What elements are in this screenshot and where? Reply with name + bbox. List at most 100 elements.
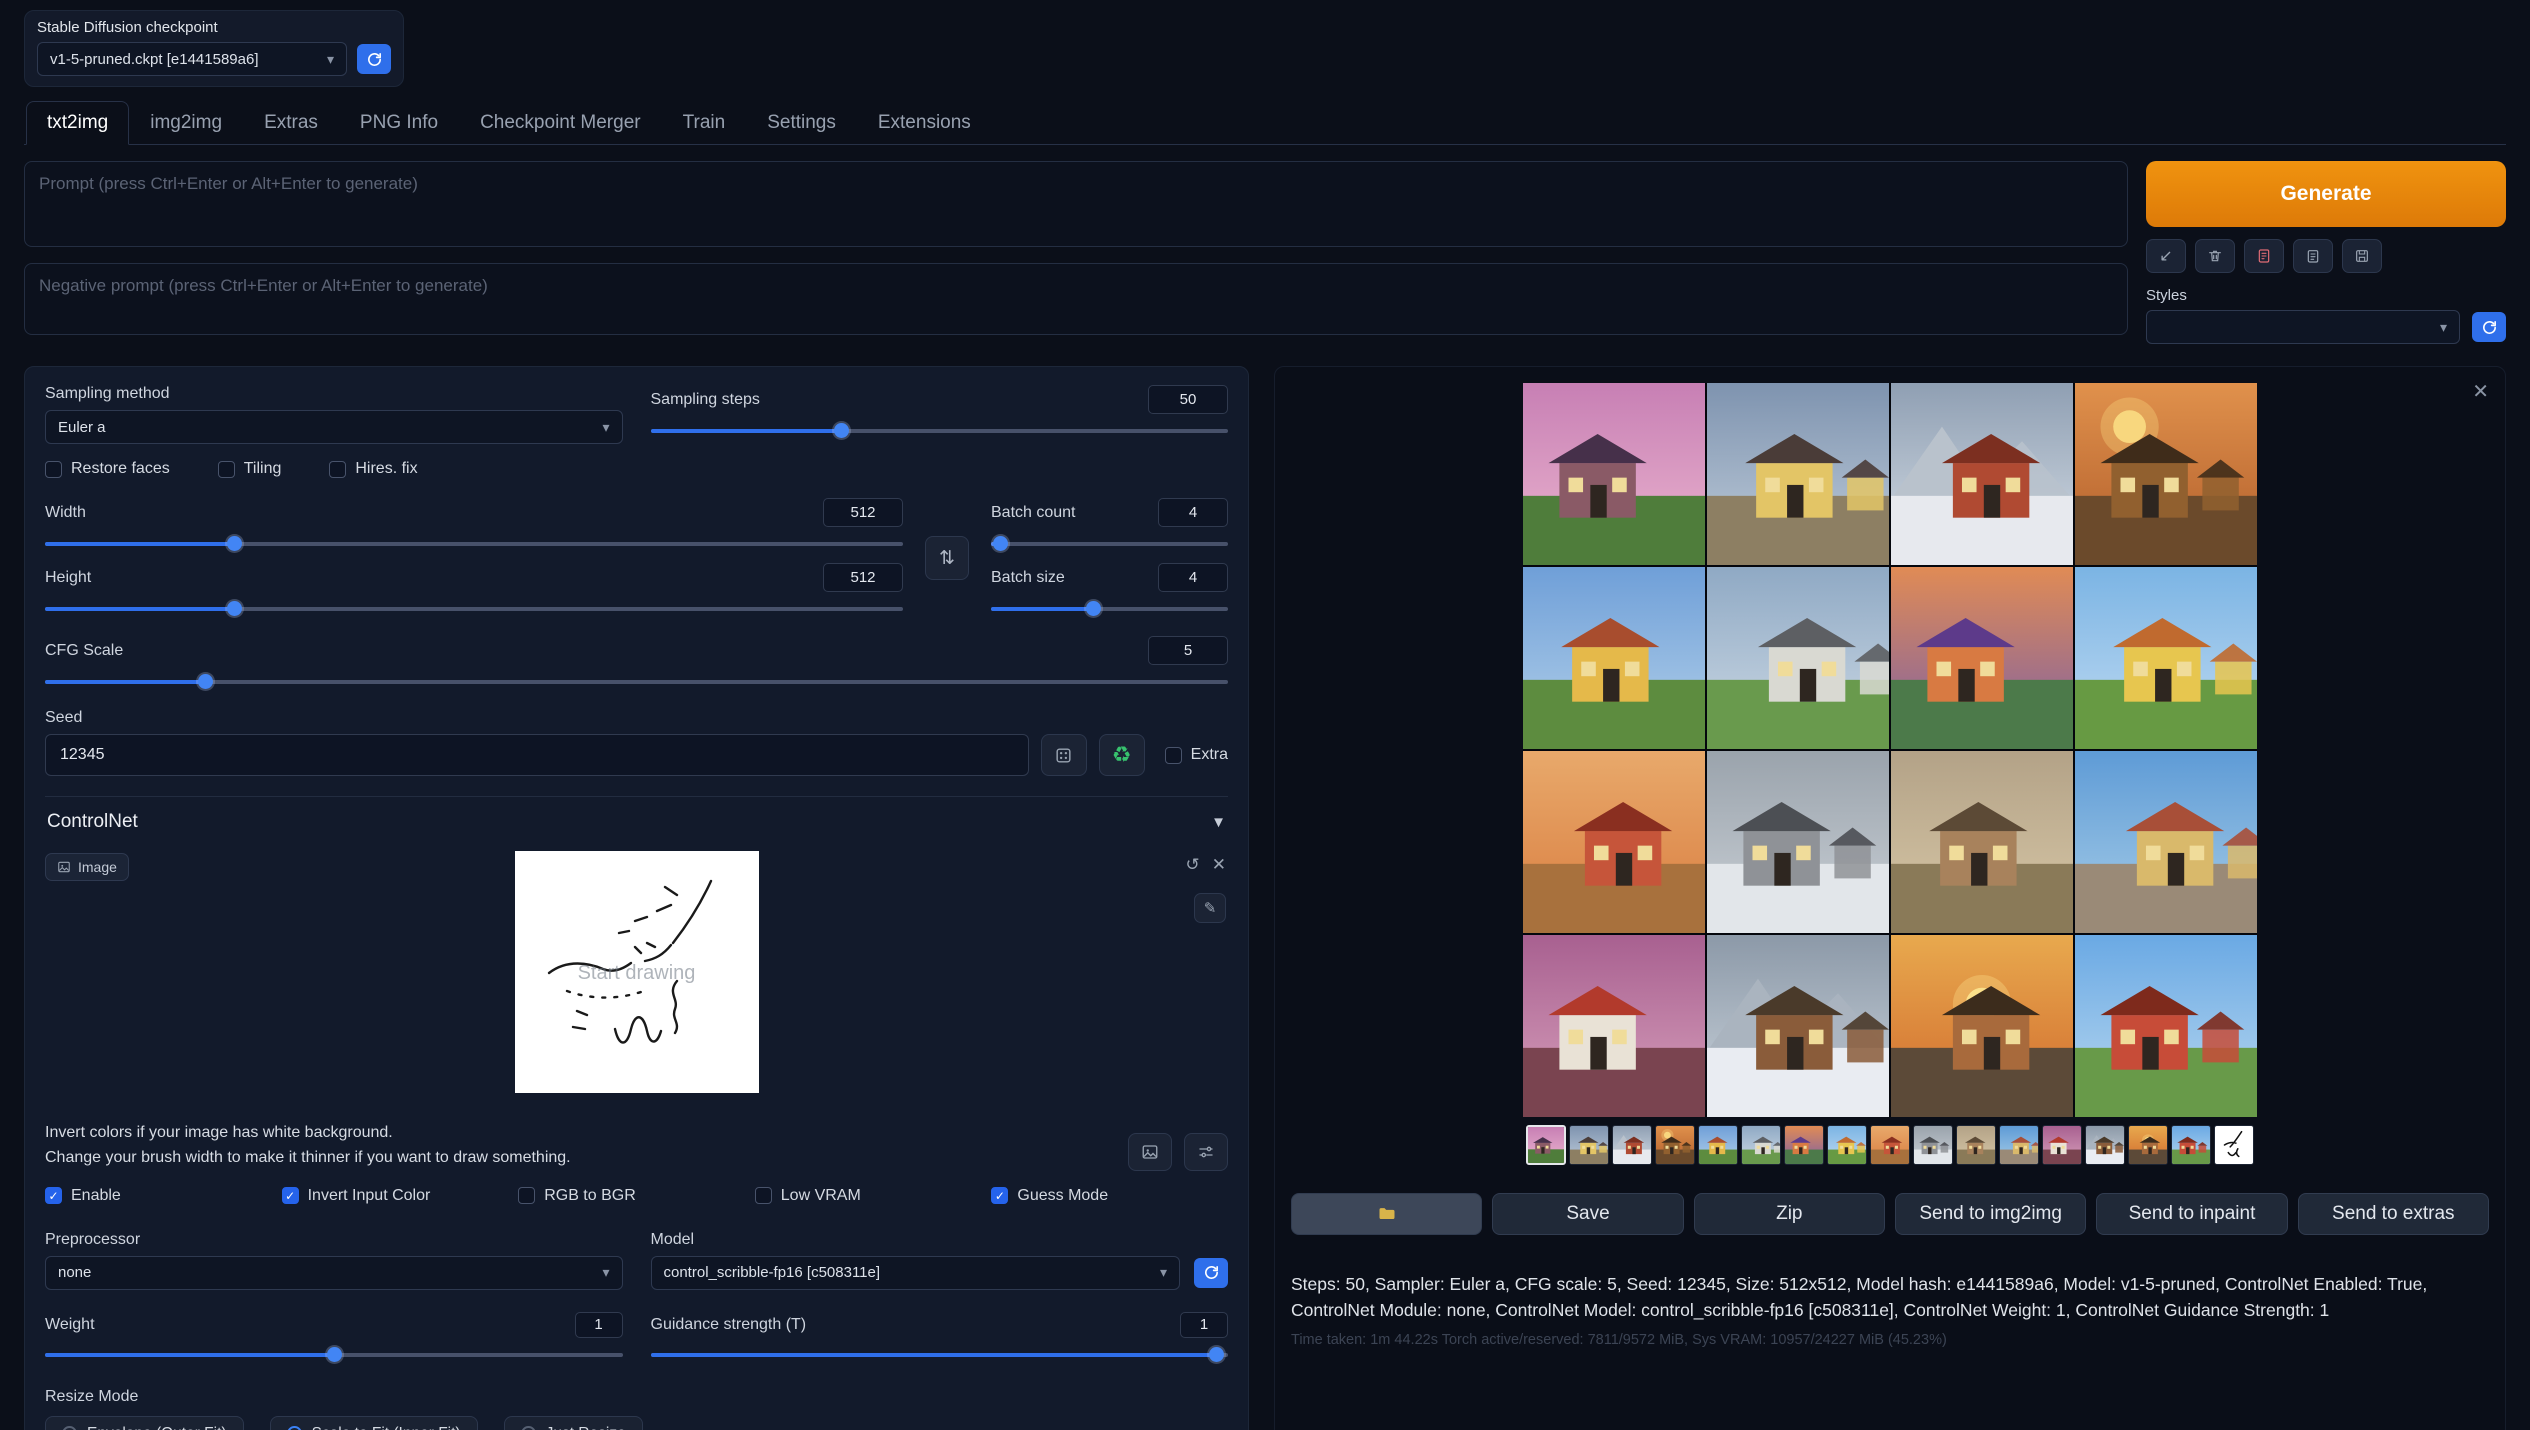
gallery-thumbnail-4[interactable]	[1655, 1125, 1695, 1165]
send-to-inpaint-button[interactable]: Send to inpaint	[2096, 1193, 2287, 1235]
batch-size-slider[interactable]	[991, 600, 1228, 618]
clear-prompt-button[interactable]	[2195, 239, 2235, 273]
preprocessor-dropdown[interactable]: none ▾	[45, 1256, 623, 1290]
gallery-thumbnail-1[interactable]	[1526, 1125, 1566, 1165]
gallery-image-12[interactable]	[2075, 751, 2257, 933]
gallery-thumbnail-14[interactable]	[2085, 1125, 2125, 1165]
gallery-thumbnail-17[interactable]	[2214, 1125, 2254, 1165]
gallery-image-16[interactable]	[2075, 935, 2257, 1117]
controlnet-model-dropdown[interactable]: control_scribble-fp16 [c508311e] ▾	[651, 1256, 1181, 1290]
refresh-checkpoint-button[interactable]	[357, 44, 391, 74]
cfg-scale-slider[interactable]	[45, 673, 1228, 691]
cfg-scale-input[interactable]: 5	[1148, 636, 1228, 665]
tab-checkpoint-merger[interactable]: Checkpoint Merger	[459, 101, 662, 145]
send-to-img2img-button[interactable]: Send to img2img	[1895, 1193, 2086, 1235]
width-input[interactable]: 512	[823, 498, 903, 527]
sampling-steps-input[interactable]: 50	[1148, 385, 1228, 414]
tab-png-info[interactable]: PNG Info	[339, 101, 459, 145]
resize-option-just-resize[interactable]: Just Resize	[504, 1416, 643, 1430]
paste-params-button[interactable]: ↙	[2146, 239, 2186, 273]
resize-option-envelope-outer-fit[interactable]: Envelope (Outer Fit)	[45, 1416, 244, 1430]
batch-size-input[interactable]: 4	[1158, 563, 1228, 592]
close-gallery-button[interactable]: ✕	[2472, 379, 2489, 404]
refresh-styles-button[interactable]	[2472, 312, 2506, 342]
guidance-strength-slider[interactable]	[651, 1346, 1229, 1364]
cn-low-vram-checkbox[interactable]: Low VRAM	[755, 1187, 992, 1205]
cn-rgb-to-bgr-checkbox[interactable]: RGB to BGR	[518, 1187, 755, 1205]
refresh-models-button[interactable]	[1194, 1258, 1228, 1288]
gallery-image-2[interactable]	[1707, 383, 1889, 565]
zip-button[interactable]: Zip	[1694, 1193, 1885, 1235]
gallery-thumbnail-12[interactable]	[1999, 1125, 2039, 1165]
gallery-thumbnail-16[interactable]	[2171, 1125, 2211, 1165]
gallery-image-7[interactable]	[1891, 567, 2073, 749]
cn-invert-input-color-checkbox[interactable]: ✓Invert Input Color	[282, 1187, 519, 1205]
gallery-image-5[interactable]	[1523, 567, 1705, 749]
gallery-image-10[interactable]	[1707, 751, 1889, 933]
gallery-thumbnail-9[interactable]	[1870, 1125, 1910, 1165]
gallery-image-14[interactable]	[1707, 935, 1889, 1117]
adjust-settings-button[interactable]	[1184, 1133, 1228, 1171]
height-input[interactable]: 512	[823, 563, 903, 592]
open-folder-button[interactable]	[1291, 1193, 1482, 1235]
save-style-button[interactable]	[2342, 239, 2382, 273]
tab-settings[interactable]: Settings	[746, 101, 857, 145]
extra-seed-checkbox[interactable]: Extra	[1165, 746, 1228, 764]
controlnet-accordion-header[interactable]: ControlNet ▼	[45, 797, 1228, 843]
guidance-strength-input[interactable]: 1	[1180, 1312, 1228, 1338]
tab-txt2img[interactable]: txt2img	[26, 101, 129, 145]
width-slider[interactable]	[45, 535, 903, 553]
generate-button[interactable]: Generate	[2146, 161, 2506, 227]
hires-fix-checkbox[interactable]: Hires. fix	[329, 460, 417, 478]
clear-image-button[interactable]: ✕	[1212, 855, 1226, 875]
weight-slider[interactable]	[45, 1346, 623, 1364]
gallery-image-9[interactable]	[1523, 751, 1705, 933]
gallery-thumbnail-2[interactable]	[1569, 1125, 1609, 1165]
batch-count-slider[interactable]	[991, 535, 1228, 553]
tiling-checkbox[interactable]: Tiling	[218, 460, 282, 478]
sampling-steps-slider[interactable]	[651, 422, 1229, 440]
height-slider[interactable]	[45, 600, 903, 618]
open-image-button[interactable]	[1128, 1133, 1172, 1171]
cn-guess-mode-checkbox[interactable]: ✓Guess Mode	[991, 1187, 1228, 1205]
gallery-image-1[interactable]	[1523, 383, 1705, 565]
style-card-button[interactable]	[2244, 239, 2284, 273]
batch-count-input[interactable]: 4	[1158, 498, 1228, 527]
gallery-image-6[interactable]	[1707, 567, 1889, 749]
send-to-extras-button[interactable]: Send to extras	[2298, 1193, 2489, 1235]
swap-dimensions-button[interactable]: ⇅	[925, 536, 969, 580]
gallery-image-13[interactable]	[1523, 935, 1705, 1117]
cn-enable-checkbox[interactable]: ✓Enable	[45, 1187, 282, 1205]
seed-input[interactable]: 12345	[45, 734, 1029, 776]
gallery-image-15[interactable]	[1891, 935, 2073, 1117]
negative-prompt-input[interactable]	[24, 263, 2128, 335]
controlnet-image-tab[interactable]: Image	[45, 853, 129, 881]
sampling-method-dropdown[interactable]: Euler a ▾	[45, 410, 623, 444]
undo-drawing-button[interactable]: ↺	[1186, 855, 1200, 875]
gallery-thumbnail-7[interactable]	[1784, 1125, 1824, 1165]
tab-img2img[interactable]: img2img	[129, 101, 243, 145]
tab-extras[interactable]: Extras	[243, 101, 339, 145]
restore-faces-checkbox[interactable]: Restore faces	[45, 460, 170, 478]
gallery-thumbnail-8[interactable]	[1827, 1125, 1867, 1165]
reuse-seed-button[interactable]: ♻	[1099, 734, 1145, 776]
gallery-thumbnail-3[interactable]	[1612, 1125, 1652, 1165]
resize-option-scale-to-fit-inner-fit[interactable]: Scale to Fit (Inner Fit)	[270, 1416, 478, 1430]
weight-input[interactable]: 1	[575, 1312, 623, 1338]
scribble-canvas[interactable]: Start drawing	[515, 851, 759, 1093]
save-button[interactable]: Save	[1492, 1193, 1683, 1235]
apply-style-button[interactable]	[2293, 239, 2333, 273]
gallery-image-4[interactable]	[2075, 383, 2257, 565]
gallery-thumbnail-13[interactable]	[2042, 1125, 2082, 1165]
styles-dropdown[interactable]: ▾	[2146, 310, 2460, 344]
random-seed-button[interactable]	[1041, 734, 1087, 776]
gallery-thumbnail-6[interactable]	[1741, 1125, 1781, 1165]
gallery-thumbnail-5[interactable]	[1698, 1125, 1738, 1165]
prompt-input[interactable]	[24, 161, 2128, 247]
gallery-thumbnail-11[interactable]	[1956, 1125, 1996, 1165]
gallery-thumbnail-10[interactable]	[1913, 1125, 1953, 1165]
gallery-image-3[interactable]	[1891, 383, 2073, 565]
tab-train[interactable]: Train	[662, 101, 747, 145]
gallery-image-11[interactable]	[1891, 751, 2073, 933]
checkpoint-dropdown[interactable]: v1-5-pruned.ckpt [e1441589a6] ▾	[37, 42, 347, 76]
